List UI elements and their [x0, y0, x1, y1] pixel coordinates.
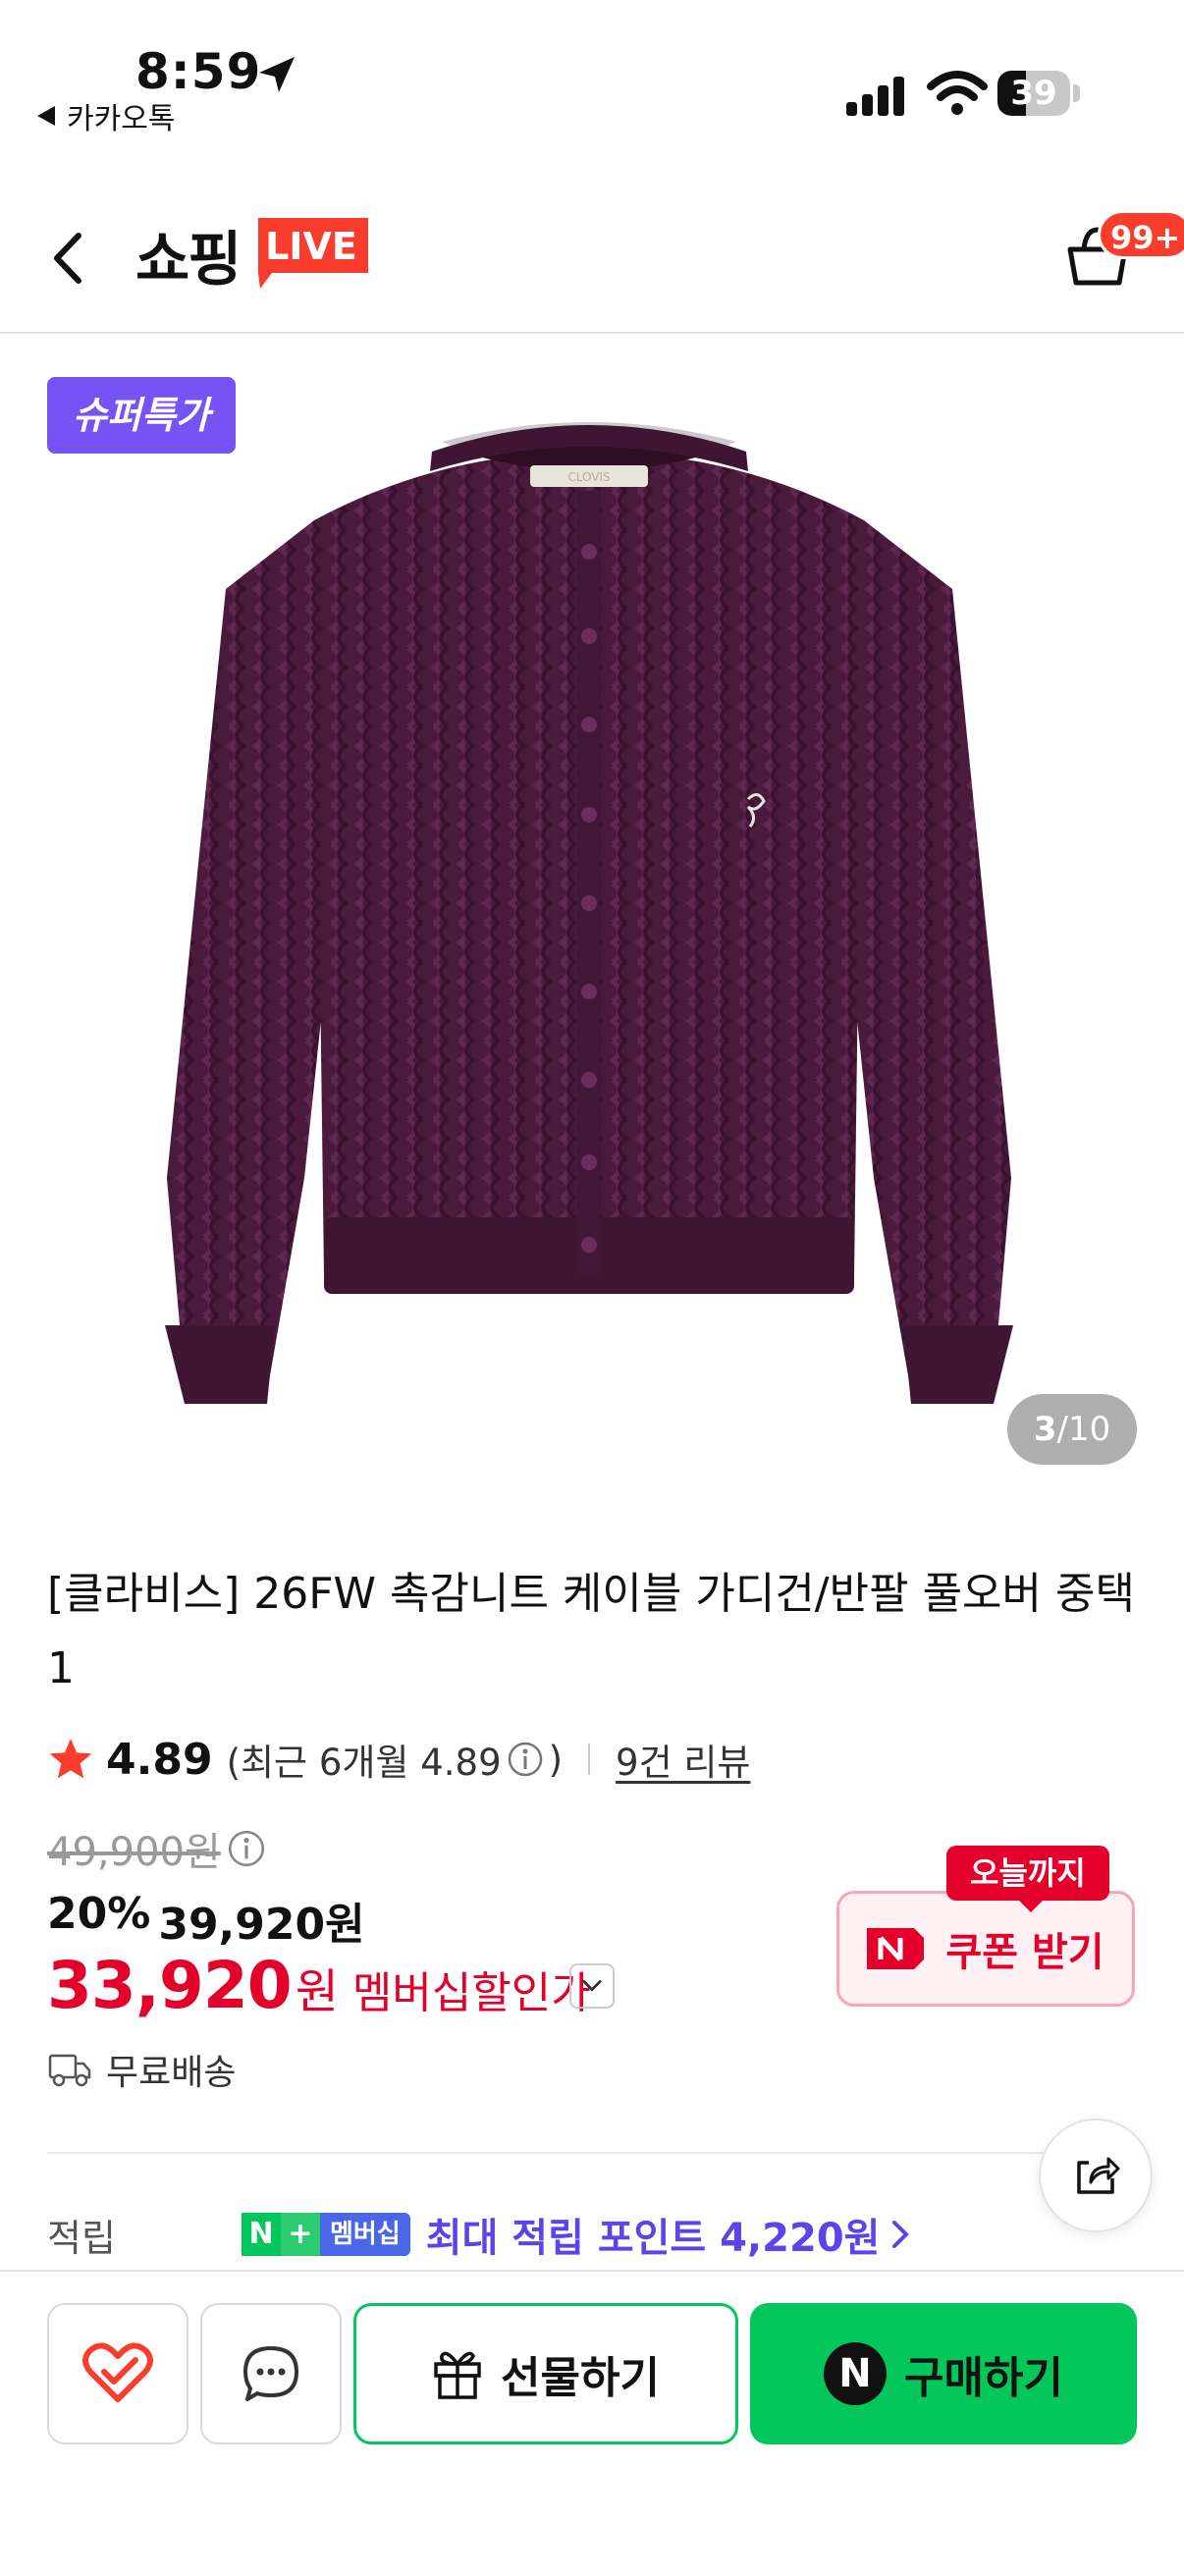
max-points-text: 최대 적립 포인트 4,220원 — [425, 2216, 881, 2261]
coupon-label: 쿠폰 받기 — [945, 1930, 1104, 1975]
live-logo-label: LIVE — [265, 225, 357, 268]
product-title: [클라비스] 26FW 촉감니트 케이블 가디건/반팔 풀오버 중택1 — [47, 1569, 1135, 1693]
neck-label-text: CLOVIS — [567, 470, 610, 484]
buy-label: 구매하기 — [904, 2353, 1063, 2403]
naver-plus-membership-badge: N + 멤버십 — [242, 2213, 410, 2256]
status-time: 8:59 — [135, 43, 262, 100]
recent-rating: (최근 6개월 4.89 ) — [227, 1733, 563, 1786]
gift-button[interactable]: 선물하기 — [353, 2303, 738, 2444]
truck-icon — [48, 2054, 91, 2087]
location-arrow-icon — [259, 57, 295, 92]
coupon-download-button[interactable]: 쿠폰 받기 — [836, 1891, 1135, 2007]
sale-price-row: 20% 39,920원 — [47, 1889, 365, 1952]
rating-score: 4.89 — [106, 1734, 213, 1785]
info-icon[interactable] — [506, 1740, 545, 1779]
chevron-right-icon — [892, 2221, 910, 2248]
price-info-icon[interactable] — [226, 1828, 267, 1869]
image-total: 10 — [1067, 1410, 1111, 1449]
review-count-link[interactable]: 9건 리뷰 — [616, 1733, 750, 1786]
battery-cap — [1073, 84, 1080, 102]
back-to-app-link[interactable]: 카카오톡 — [35, 94, 175, 137]
recent-rating-text: (최근 6개월 4.89 — [226, 1742, 502, 1784]
product-image-cardigan[interactable]: CLOVIS — [147, 412, 1031, 1492]
talk-inquiry-button[interactable] — [200, 2303, 342, 2444]
heart-check-icon — [82, 2342, 153, 2402]
section-divider — [47, 2152, 1137, 2154]
cellular-signal-icon — [846, 77, 904, 116]
membership-price: 33,920 — [47, 1948, 293, 2023]
battery-indicator: 39 — [997, 71, 1080, 116]
wifi-icon — [927, 71, 988, 115]
sale-price: 39,920원 — [158, 1900, 365, 1950]
recent-rating-close: ) — [548, 1738, 564, 1781]
back-chevron-icon[interactable] — [45, 224, 94, 293]
buy-button[interactable]: N 구매하기 — [750, 2303, 1137, 2444]
share-button[interactable] — [1039, 2119, 1153, 2232]
badge-tail — [1017, 1899, 1045, 1912]
points-label: 적립 — [47, 2216, 116, 2260]
back-triangle-icon — [37, 106, 55, 126]
gift-icon — [434, 2351, 481, 2399]
membership-mark: 멤버십 — [320, 2213, 410, 2256]
membership-price-label: 멤버십할인가 — [351, 1968, 591, 2018]
cart-count-badge: 99+ — [1098, 210, 1184, 259]
shopping-logo-text[interactable]: 쇼핑 — [135, 212, 242, 297]
discount-rate: 20% — [47, 1889, 151, 1939]
back-app-label: 카카오톡 — [67, 102, 176, 136]
super-deal-badge: 슈퍼특가 — [47, 377, 236, 454]
naver-pay-n-icon: N — [824, 2342, 888, 2405]
chevron-down-icon[interactable] — [569, 1963, 615, 2009]
battery-percent: 39 — [1010, 74, 1057, 113]
membership-price-currency: 원 — [295, 1964, 339, 2019]
naver-n-mark: N — [242, 2213, 281, 2256]
star-icon — [49, 1739, 92, 1779]
membership-price-row: 33,920 원 멤버십할인가 — [47, 1948, 591, 2023]
live-logo-badge[interactable]: LIVE — [250, 214, 372, 293]
rating-divider — [588, 1744, 591, 1775]
naver-n-icon — [867, 1928, 925, 1969]
plus-mark: + — [281, 2213, 320, 2256]
image-counter: 3/10 — [1007, 1394, 1137, 1465]
points-row[interactable]: 적립 N + 멤버십 최대 적립 포인트 4,220원 — [47, 2203, 913, 2266]
gift-label: 선물하기 — [501, 2353, 660, 2403]
share-icon — [1077, 2157, 1120, 2194]
original-price: 49,900원 — [47, 1830, 221, 1875]
shipping-label: 무료배송 — [106, 2053, 237, 2093]
until-today-badge: 오늘까지 — [946, 1846, 1109, 1901]
chat-bubble-icon — [243, 2346, 298, 2401]
image-current: 3 — [1033, 1410, 1057, 1449]
rating-row: 4.89 (최근 6개월 4.89 ) 9건 리뷰 — [47, 1730, 750, 1789]
zzim-like-button[interactable] — [47, 2303, 188, 2444]
image-counter-separator: / — [1056, 1410, 1068, 1449]
shipping-info: 무료배송 — [47, 2044, 236, 2095]
